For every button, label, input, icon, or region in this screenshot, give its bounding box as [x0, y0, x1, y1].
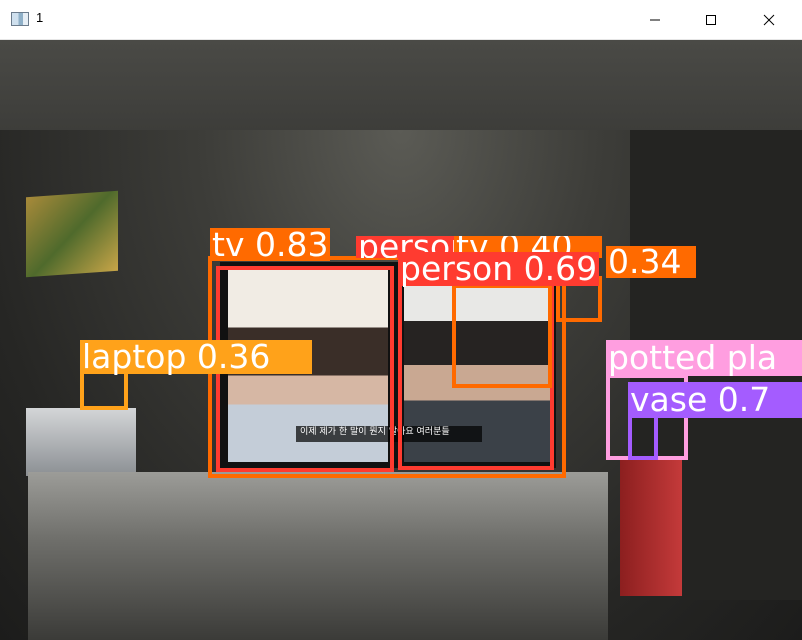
- tv-box-2: [452, 284, 552, 388]
- close-icon: [763, 14, 775, 25]
- detection-label-potted-plant: potted pla: [606, 340, 802, 376]
- window-title: 1: [36, 10, 44, 25]
- maximize-button[interactable]: [688, 0, 734, 39]
- laptop-box: [80, 370, 128, 410]
- minimize-button[interactable]: [632, 0, 678, 39]
- detection-label-person-0.69: person 0.69: [398, 249, 600, 288]
- app-window: 1 이제 제가 한 말이 뭔지 알아요 여러분들 tv 0.83 person …: [0, 0, 802, 640]
- minimize-icon: [650, 19, 660, 20]
- app-icon: [11, 12, 29, 26]
- shelf-stack: [26, 408, 136, 476]
- detection-label-tv-0.34: 0.34: [606, 245, 696, 278]
- painting: [26, 190, 118, 278]
- detection-label-laptop-0.36: laptop 0.36: [80, 340, 312, 374]
- tv-cabinet: [28, 472, 608, 640]
- maximize-icon: [706, 14, 716, 25]
- close-button[interactable]: [746, 0, 792, 39]
- detection-label-tv-0.83: tv 0.83: [210, 225, 331, 264]
- video-frame: 이제 제가 한 말이 뭔지 알아요 여러분들 tv 0.83 person 0.…: [0, 40, 802, 640]
- drawer-cabinet: [620, 458, 682, 596]
- title-bar[interactable]: 1: [0, 0, 802, 40]
- ceiling: [0, 40, 802, 130]
- detection-label-vase-0.7: vase 0.7: [628, 382, 802, 418]
